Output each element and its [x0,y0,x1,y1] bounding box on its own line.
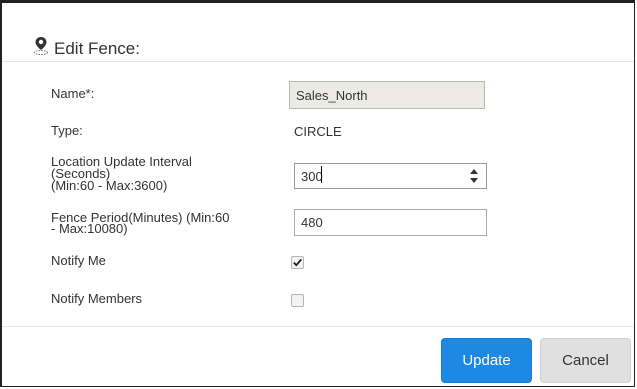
interval-number-input[interactable] [294,163,487,189]
dialog-title: Edit Fence: [54,39,140,58]
notify-members-label: Notify Members [51,291,143,306]
dialog-header: Edit Fence: [2,3,634,62]
map-pin-icon [34,37,48,55]
footer-divider [2,326,634,327]
type-label: Type: [51,123,83,138]
spinner-arrows-icon[interactable] [468,166,480,186]
text-caret [321,166,322,183]
notify-me-label: Notify Me [51,253,106,268]
name-label: Name*: [51,86,95,101]
notify-members-checkbox[interactable] [291,294,304,307]
cancel-button[interactable]: Cancel [540,338,631,383]
name-field[interactable] [289,81,485,109]
period-label-line2: - Max:10080) [51,221,128,236]
checkmark-icon [293,258,302,267]
type-value: CIRCLE [294,124,342,139]
update-button[interactable]: Update [441,338,532,383]
period-input[interactable] [294,209,487,236]
interval-label-line3: (Min:60 - Max:3600) [51,178,168,193]
notify-me-checkbox[interactable] [291,256,304,269]
edit-fence-dialog: Edit Fence: Name*: Type: CIRCLE Location… [0,0,635,387]
